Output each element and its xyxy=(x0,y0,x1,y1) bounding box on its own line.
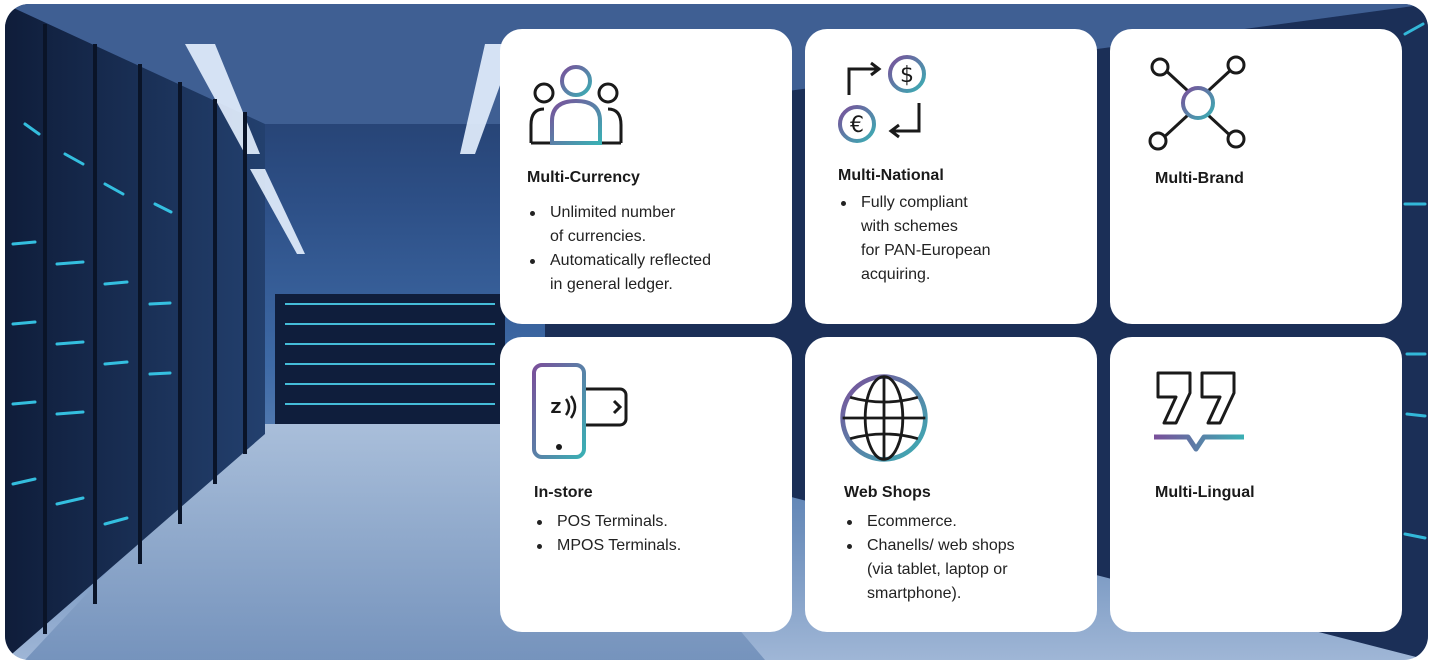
card-title: Web Shops xyxy=(844,484,931,501)
feature-card-multi-brand: Multi-Brand xyxy=(1110,29,1402,324)
feature-card-in-store: Z In-store POS Terminals. MPOS Terminals… xyxy=(500,337,792,632)
card-title: Multi-Lingual xyxy=(1155,484,1255,501)
list-item: POS Terminals. xyxy=(536,510,681,534)
card-bullets: Fully compliant with schemes for PAN-Eur… xyxy=(838,191,991,287)
card-bullets: Ecommerce. Chanells/ web shops (via tabl… xyxy=(844,510,1015,606)
list-item: Unlimited number of currencies. xyxy=(530,201,711,249)
card-bullets: Unlimited number of currencies. Automati… xyxy=(527,201,711,297)
svg-text:$: $ xyxy=(900,63,914,88)
feature-card-web-shops: Web Shops Ecommerce. Chanells/ web shops… xyxy=(805,337,1097,632)
globe-icon xyxy=(840,374,928,462)
quote-speech-icon xyxy=(1154,371,1244,452)
list-item: Automatically reflected in general ledge… xyxy=(530,249,711,297)
card-title: Multi-Currency xyxy=(527,169,640,186)
list-item: Fully compliant with schemes for PAN-Eur… xyxy=(841,191,991,287)
card-title: Multi-Brand xyxy=(1155,170,1244,187)
contactless-phone-card-icon: Z xyxy=(532,363,628,459)
currency-exchange-icon: $ € xyxy=(838,55,926,143)
people-group-icon xyxy=(529,65,623,145)
network-node-icon xyxy=(1148,55,1246,151)
card-bullets: POS Terminals. MPOS Terminals. xyxy=(534,510,681,558)
feature-card-multi-lingual: Multi-Lingual xyxy=(1110,337,1402,632)
feature-card-multi-currency: Multi-Currency Unlimited number of curre… xyxy=(500,29,792,324)
card-title: Multi-National xyxy=(838,167,944,184)
card-title: In-store xyxy=(534,484,593,501)
feature-card-multi-national: $ € Multi-National Fully compliant with … xyxy=(805,29,1097,324)
list-item: Chanells/ web shops (via tablet, laptop … xyxy=(847,534,1015,606)
list-item: MPOS Terminals. xyxy=(536,534,681,558)
svg-text:Z: Z xyxy=(551,399,562,417)
list-item: Ecommerce. xyxy=(847,510,1015,534)
svg-text:€: € xyxy=(850,113,864,138)
